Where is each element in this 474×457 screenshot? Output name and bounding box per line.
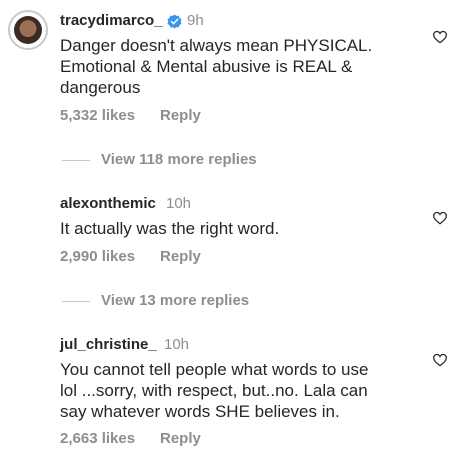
comment-text-line: It actually was the right word. — [60, 219, 280, 238]
comment-text-line: You cannot tell people what words to use — [60, 360, 369, 379]
avatar-image — [14, 16, 42, 44]
heart-outline-icon[interactable] — [432, 30, 448, 44]
view-more-replies-link[interactable]: View 118 more replies — [101, 151, 257, 168]
comment-username[interactable]: alexonthemic — [60, 195, 156, 212]
likes-count[interactable]: 2,990 likes — [60, 248, 135, 265]
heart-outline-icon[interactable] — [432, 211, 448, 225]
comment-text-line: dangerous — [60, 78, 141, 97]
comment-username[interactable]: jul_christine_ — [60, 336, 157, 353]
reply-button[interactable]: Reply — [160, 107, 201, 124]
likes-count[interactable]: 2,663 likes — [60, 430, 135, 447]
comment-text-line: say whatever words SHE believes in. — [60, 402, 340, 421]
heart-outline-icon[interactable] — [432, 353, 448, 367]
comment-text-line: Danger doesn't always mean PHYSICAL. — [60, 36, 373, 55]
reply-button[interactable]: Reply — [160, 248, 201, 265]
replies-divider — [62, 301, 90, 302]
likes-count[interactable]: 5,332 likes — [60, 107, 135, 124]
comment-text-line: lol ...sorry, with respect, but..no. Lal… — [60, 381, 368, 400]
comment-timestamp: 10h — [166, 195, 192, 212]
comment-username[interactable]: tracydimarco_ — [60, 12, 163, 29]
verified-badge-icon — [167, 14, 182, 29]
comment-timestamp: 10h — [164, 336, 190, 353]
comment-text-line: Emotional & Mental abusive is REAL & — [60, 57, 353, 76]
replies-divider — [62, 160, 90, 161]
comment-timestamp: 9h — [187, 12, 204, 29]
reply-button[interactable]: Reply — [160, 430, 201, 447]
view-more-replies-link[interactable]: View 13 more replies — [101, 292, 249, 309]
avatar[interactable] — [8, 10, 48, 50]
